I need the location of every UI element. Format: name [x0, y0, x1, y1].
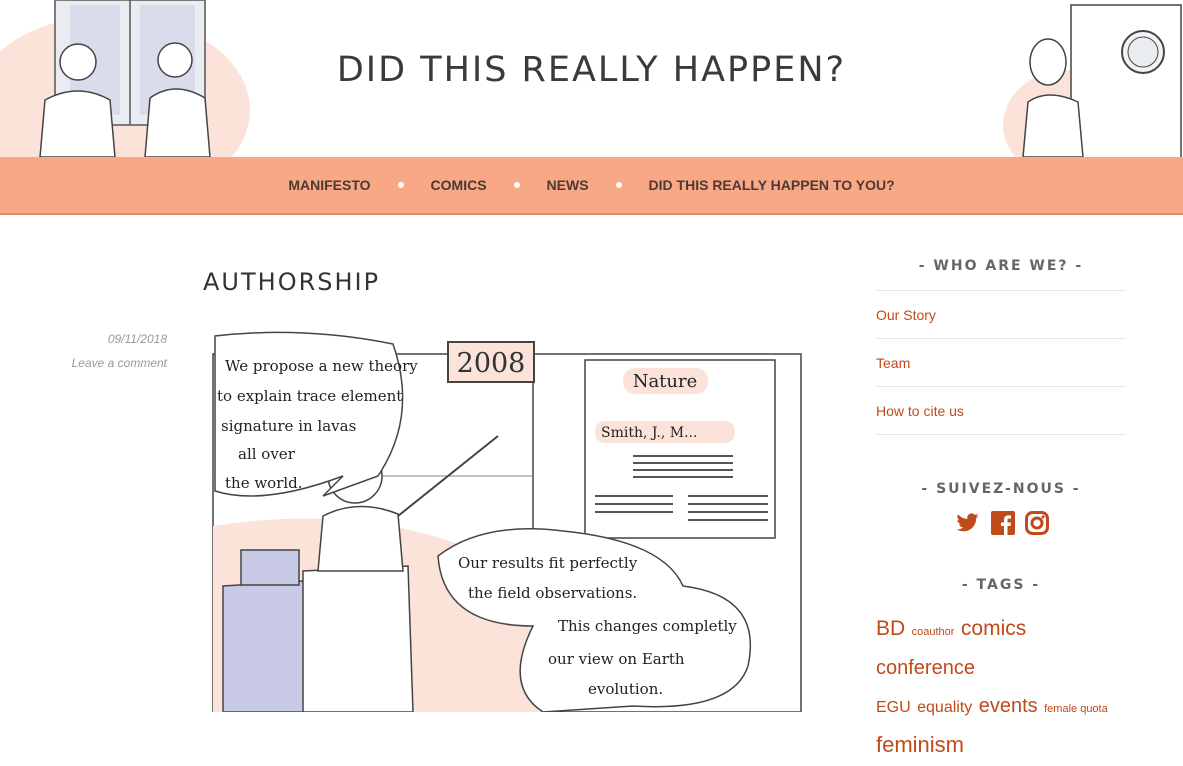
comic-bubble1-line1: We propose a new theory — [225, 357, 418, 375]
tag-conference[interactable]: conference — [876, 657, 975, 679]
comic-author-line: Smith, J., M... — [601, 425, 697, 441]
comic-bubble2-line2: the field observations. — [468, 584, 637, 602]
how-to-cite-link[interactable]: How to cite us — [876, 403, 964, 419]
tag-equality[interactable]: equality — [917, 699, 972, 716]
sidebar: - WHO ARE WE? - Our Story Team How to ci… — [876, 258, 1126, 766]
nav-separator — [513, 182, 520, 188]
instagram-icon[interactable] — [1024, 511, 1049, 535]
nav-item-comics[interactable]: COMICS — [431, 177, 487, 193]
comic-bubble1-line4: all over — [238, 445, 296, 463]
nav-item-manifesto[interactable]: MANIFESTO — [288, 177, 370, 193]
tag-female-quota[interactable]: female quota — [1044, 703, 1108, 715]
comic-bubble1-line5: the world. — [225, 474, 303, 492]
main-navigation: MANIFESTO COMICS NEWS DID THIS REALLY HA… — [0, 157, 1183, 215]
tag-cloud: BD coauthor comics conference EGU equali… — [876, 611, 1126, 766]
comic-bubble2-line4: our view on Earth — [548, 650, 685, 668]
post-date[interactable]: 09/11/2018 — [108, 332, 167, 346]
list-item: Team — [876, 339, 1126, 387]
tag-comics[interactable]: comics — [961, 617, 1026, 640]
tag-bd[interactable]: BD — [876, 617, 905, 640]
who-are-we-menu: Our Story Team How to cite us — [876, 290, 1126, 435]
nav-separator — [397, 182, 404, 188]
tag-coauthor[interactable]: coauthor — [912, 626, 955, 638]
comic-bubble2-line5: evolution. — [588, 680, 663, 698]
nav-item-news[interactable]: NEWS — [547, 177, 589, 193]
leave-comment-link[interactable]: Leave a comment — [72, 356, 167, 370]
comic-bubble2-line3: This changes completly — [558, 617, 737, 635]
our-story-link[interactable]: Our Story — [876, 307, 936, 323]
who-are-we-title: - WHO ARE WE? - — [918, 258, 1084, 274]
nav-item-did-this-happen-to-you[interactable]: DID THIS REALLY HAPPEN TO YOU? — [649, 177, 895, 193]
list-item: How to cite us — [876, 387, 1126, 435]
tag-events[interactable]: events — [979, 695, 1038, 717]
header-illustration-right — [1003, 4, 1182, 157]
follow-us-title: - SUIVEZ-NOUS - — [921, 481, 1081, 497]
comic-year: 2008 — [457, 348, 526, 379]
comic-bubble1-line3: signature in lavas — [221, 417, 356, 435]
post-title[interactable]: AUTHORSHIP — [203, 268, 380, 296]
facebook-icon[interactable] — [990, 511, 1015, 535]
comic-journal: Nature — [633, 371, 698, 392]
tag-feminism[interactable]: feminism — [876, 732, 964, 757]
nav-separator — [615, 182, 622, 188]
site-header: DID THIS REALLY HAPPEN? — [0, 0, 1183, 157]
comic-bubble2-line1: Our results fit perfectly — [458, 554, 638, 572]
social-links — [876, 511, 1126, 535]
twitter-icon[interactable] — [954, 511, 981, 535]
comic-drawing: 2008 Nature Smith, J., M... We propose a… — [203, 326, 818, 712]
tags-title: - TAGS - — [961, 577, 1041, 593]
comic-image: 2008 Nature Smith, J., M... We propose a… — [203, 326, 818, 712]
tag-egu[interactable]: EGU — [876, 699, 911, 716]
comic-bubble1-line2: to explain trace element — [217, 387, 402, 405]
team-link[interactable]: Team — [876, 355, 910, 371]
list-item: Our Story — [876, 291, 1126, 339]
